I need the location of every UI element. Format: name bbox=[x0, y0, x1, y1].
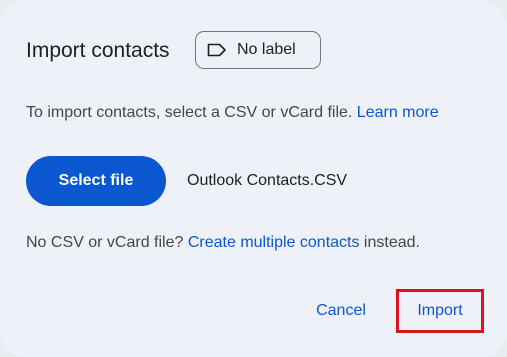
no-file-suffix: instead. bbox=[359, 234, 420, 251]
no-file-prefix: No CSV or vCard file? bbox=[26, 234, 188, 251]
select-file-button[interactable]: Select file bbox=[26, 156, 166, 206]
label-chip-text: No label bbox=[237, 41, 296, 58]
label-selector-chip[interactable]: No label bbox=[195, 31, 321, 69]
cancel-button[interactable]: Cancel bbox=[300, 292, 382, 330]
no-file-hint: No CSV or vCard file? Create multiple co… bbox=[26, 232, 420, 254]
dialog-title: Import contacts bbox=[26, 39, 170, 62]
dialog-header: Import contacts bbox=[26, 30, 170, 72]
learn-more-link[interactable]: Learn more bbox=[357, 104, 439, 121]
import-contacts-dialog: Import contacts No label To import conta… bbox=[0, 0, 507, 357]
import-description: To import contacts, select a CSV or vCar… bbox=[26, 102, 439, 124]
import-button[interactable]: Import bbox=[396, 289, 484, 333]
label-outline-icon bbox=[207, 42, 227, 58]
selected-file-name: Outlook Contacts.CSV bbox=[187, 172, 348, 189]
description-text: To import contacts, select a CSV or vCar… bbox=[26, 104, 357, 121]
create-multiple-contacts-link[interactable]: Create multiple contacts bbox=[188, 234, 360, 251]
